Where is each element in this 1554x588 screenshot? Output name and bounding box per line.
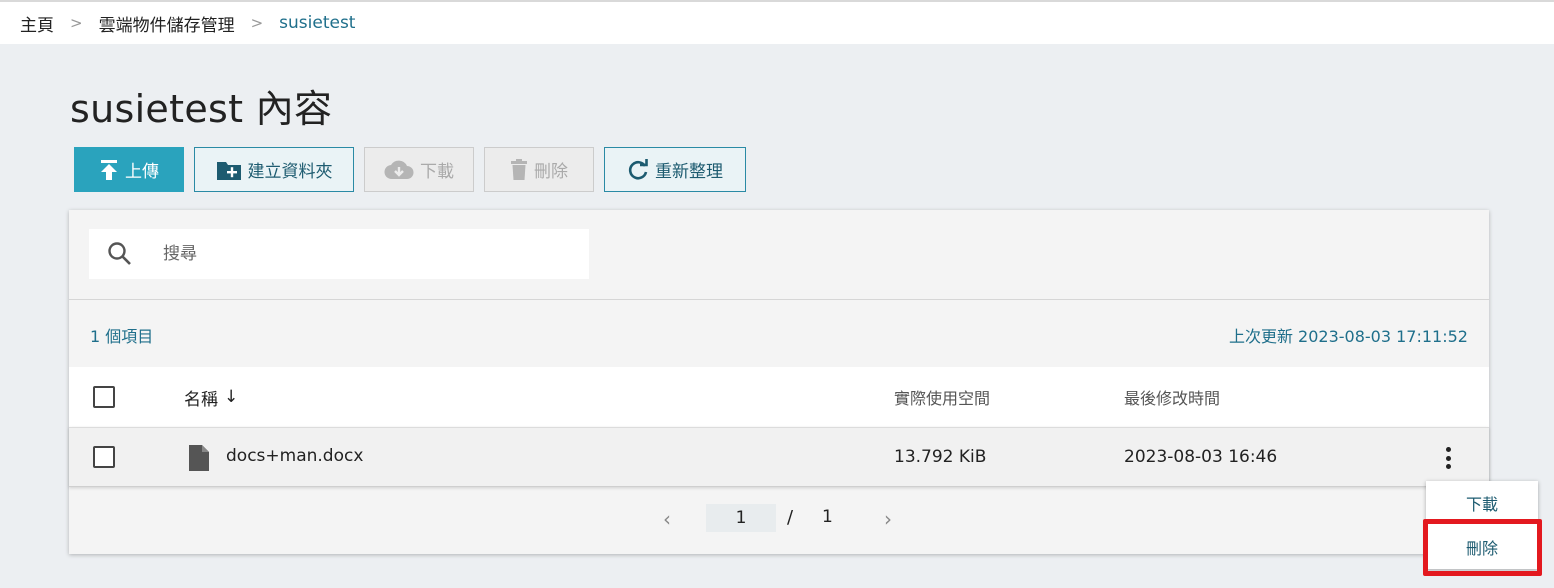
table-row[interactable]: docs+man.docx 13.792 KiB 2023-08-03 16:4… [69,427,1489,487]
delete-button[interactable]: 刪除 [484,147,594,192]
file-name[interactable]: docs+man.docx [226,446,363,466]
folder-plus-icon [216,161,241,180]
page-title: susietest 內容 [70,87,333,131]
refresh-icon [628,158,648,179]
toolbar: 上傳 建立資料夾 下載 刪除 重新整理 [74,147,746,192]
column-name-header[interactable]: 名稱 ↓ [184,385,238,410]
sort-arrow-down-icon: ↓ [224,387,239,407]
new-folder-button[interactable]: 建立資料夾 [194,147,354,192]
breadcrumb-home[interactable]: 主頁 [20,11,54,36]
new-folder-label: 建立資料夾 [247,162,333,182]
file-modified: 2023-08-03 16:46 [1124,447,1278,467]
file-size: 13.792 KiB [894,447,987,467]
upload-button[interactable]: 上傳 [74,147,184,192]
refresh-label: 重新整理 [655,162,723,182]
column-size-header: 實際使用空間 [894,389,991,408]
breadcrumb-separator: > [250,14,264,32]
file-table: 名稱 ↓ 實際使用空間 最後修改時間 docs+man.docx 13.792 … [69,367,1489,487]
chevron-right-icon[interactable]: › [884,507,892,531]
download-label: 下載 [420,162,454,182]
select-all-checkbox[interactable] [93,386,115,408]
upload-icon [101,159,117,180]
highlight-box [1423,519,1542,576]
page-number-input[interactable] [706,504,776,532]
breadcrumb-current: susietest [279,13,356,33]
breadcrumb-separator: > [70,14,83,32]
page-separator: / [787,507,794,528]
table-header: 名稱 ↓ 實際使用空間 最後修改時間 [69,367,1489,427]
refresh-button[interactable]: 重新整理 [604,147,746,192]
file-icon [189,445,209,471]
more-actions-icon[interactable] [1439,445,1457,471]
column-modified-header: 最後修改時間 [1124,389,1221,408]
item-count: 1 個項目 [90,327,154,346]
file-list-panel: 1 個項目 上次更新 2023-08-03 17:11:52 名稱 ↓ 實際使用… [69,210,1489,554]
search-icon [108,242,131,265]
search-box [89,229,589,279]
search-input[interactable] [163,244,563,264]
row-checkbox[interactable] [93,446,115,468]
divider [69,299,1489,300]
chevron-left-icon[interactable]: ‹ [663,507,671,531]
column-name-label: 名稱 [184,389,218,410]
cloud-download-icon [384,160,414,179]
download-button[interactable]: 下載 [364,147,474,192]
trash-icon [511,158,527,180]
last-updated: 上次更新 2023-08-03 17:11:52 [1228,327,1468,346]
breadcrumb-object-storage[interactable]: 雲端物件儲存管理 [99,11,235,36]
breadcrumb: 主頁 > 雲端物件儲存管理 > susietest [0,0,1554,44]
delete-label: 刪除 [534,162,568,182]
pagination: ‹ / 1 › [69,504,1489,533]
page-total: 1 [822,507,833,527]
upload-label: 上傳 [125,162,159,182]
